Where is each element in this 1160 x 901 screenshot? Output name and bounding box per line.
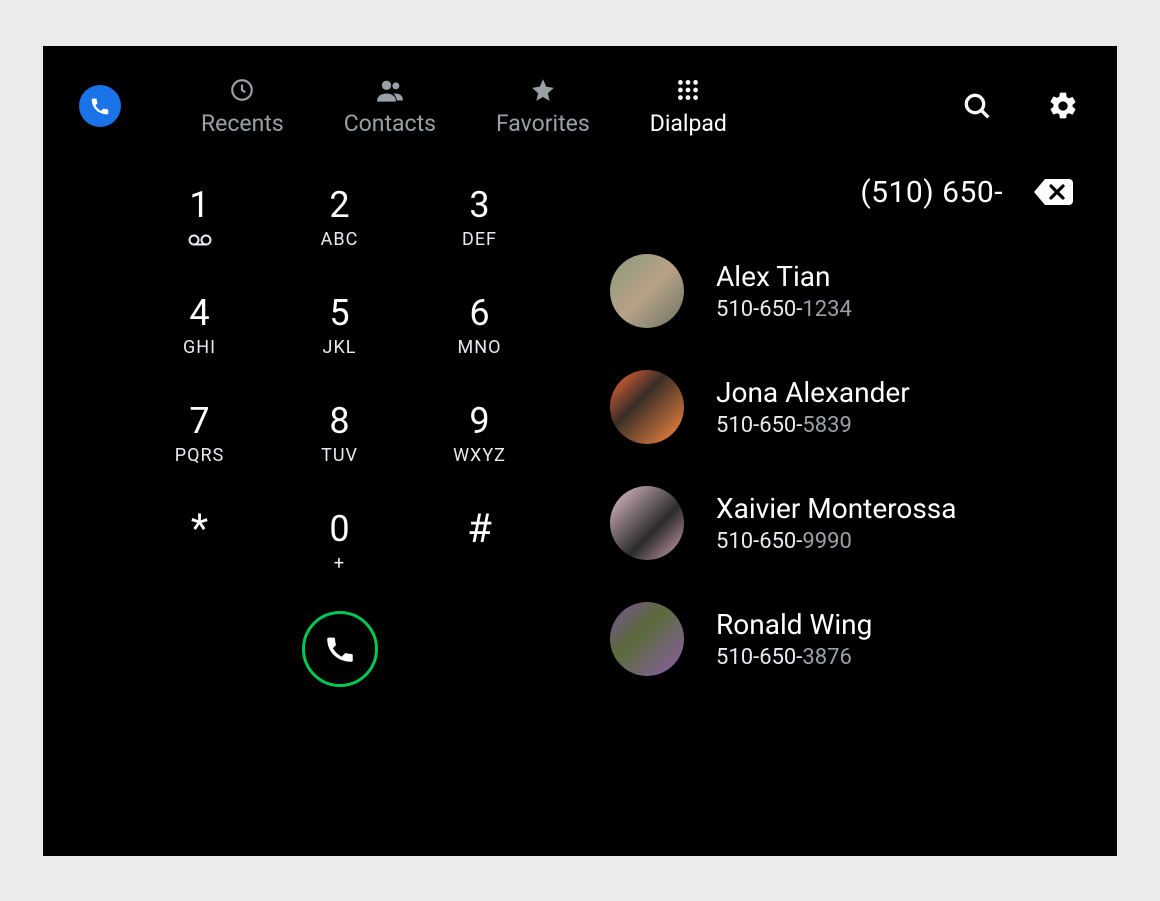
tab-label: Recents xyxy=(201,110,284,137)
contact-row[interactable]: Ronald Wing 510-650-3876 xyxy=(610,602,1073,676)
call-button[interactable] xyxy=(302,611,378,687)
tab-dialpad[interactable]: Dialpad xyxy=(650,76,727,137)
star-icon xyxy=(529,76,557,104)
dialkey-digit: 8 xyxy=(329,403,349,439)
tab-contacts[interactable]: Contacts xyxy=(344,76,436,137)
contact-name: Jona Alexander xyxy=(716,376,910,409)
backspace-button[interactable] xyxy=(1033,177,1073,207)
phone-app-window: Recents Contacts xyxy=(43,46,1117,856)
dialkey-digit: 0 xyxy=(329,511,349,547)
contact-row[interactable]: Xaivier Monterossa 510-650-9990 xyxy=(610,486,1073,560)
dialkey-digit: 2 xyxy=(329,187,349,223)
contact-row[interactable]: Jona Alexander 510-650-5839 xyxy=(610,370,1073,444)
dialkey-letters: PQRS xyxy=(175,445,225,467)
tab-label: Contacts xyxy=(344,110,436,137)
dialkey-letters: MNO xyxy=(458,337,502,359)
dialkey-letters: GHI xyxy=(183,337,216,359)
people-icon xyxy=(376,76,404,104)
tab-recents[interactable]: Recents xyxy=(201,76,284,137)
contact-name: Xaivier Monterossa xyxy=(716,492,956,525)
dialkey-5[interactable]: 5 JKL xyxy=(270,295,410,359)
dialkey-star[interactable]: * xyxy=(130,509,270,577)
contact-name: Ronald Wing xyxy=(716,608,872,641)
phone-app-icon xyxy=(79,85,121,127)
dialkey-digit: * xyxy=(191,509,208,549)
dialkey-digit: 1 xyxy=(189,187,209,223)
avatar xyxy=(610,254,684,328)
dialkey-letters: JKL xyxy=(323,337,357,359)
dialkey-1[interactable]: 1 xyxy=(130,187,270,251)
dialkey-digit: 7 xyxy=(189,403,209,439)
dialpad-grid: 1 2 ABC 3 DEF 4 GHI xyxy=(130,165,550,597)
dialkey-digit: 4 xyxy=(189,295,209,331)
search-icon xyxy=(961,90,993,122)
dialkey-pound[interactable]: # xyxy=(410,509,550,577)
dialkey-letters: ABC xyxy=(321,229,359,251)
dialkey-letters: WXYZ xyxy=(453,445,506,467)
dialkey-3[interactable]: 3 DEF xyxy=(410,187,550,251)
contact-number: 510-650-9990 xyxy=(716,529,956,554)
dialpad-panel: 1 2 ABC 3 DEF 4 GHI xyxy=(79,165,600,856)
contact-info: Jona Alexander 510-650-5839 xyxy=(716,376,910,438)
results-panel: (510) 650- Alex Tian 510-650-1234 Jona Ale… xyxy=(600,165,1081,856)
dialkey-2[interactable]: 2 ABC xyxy=(270,187,410,251)
contact-number: 510-650-5839 xyxy=(716,413,910,438)
backspace-icon xyxy=(1033,177,1073,207)
dialkey-4[interactable]: 4 GHI xyxy=(130,295,270,359)
settings-button[interactable] xyxy=(1045,88,1081,124)
dialkey-9[interactable]: 9 WXYZ xyxy=(410,403,550,467)
contact-info: Alex Tian 510-650-1234 xyxy=(716,260,852,322)
contact-number: 510-650-1234 xyxy=(716,297,852,322)
top-bar: Recents Contacts xyxy=(79,76,1081,165)
clock-icon xyxy=(228,76,256,104)
avatar xyxy=(610,370,684,444)
avatar xyxy=(610,602,684,676)
tab-favorites[interactable]: Favorites xyxy=(496,76,590,137)
dialkey-digit: 9 xyxy=(469,403,489,439)
dialkey-8[interactable]: 8 TUV xyxy=(270,403,410,467)
gear-icon xyxy=(1047,90,1079,122)
dialkey-digit: 5 xyxy=(329,295,349,331)
avatar xyxy=(610,486,684,560)
contact-info: Ronald Wing 510-650-3876 xyxy=(716,608,872,670)
dialkey-7[interactable]: 7 PQRS xyxy=(130,403,270,467)
dialed-number-row: (510) 650- xyxy=(610,165,1073,240)
contact-name: Alex Tian xyxy=(716,260,852,293)
dialkey-letters: + xyxy=(334,553,345,575)
contact-row[interactable]: Alex Tian 510-650-1234 xyxy=(610,254,1073,328)
tab-bar: Recents Contacts xyxy=(201,76,727,137)
dialkey-digit: 6 xyxy=(469,295,489,331)
contact-suggestions: Alex Tian 510-650-1234 Jona Alexander 510-6… xyxy=(610,254,1073,676)
voicemail-icon xyxy=(188,229,212,251)
dialkey-digit: # xyxy=(467,509,492,549)
dialkey-0[interactable]: 0 + xyxy=(270,511,410,575)
dialkey-letters: TUV xyxy=(321,445,358,467)
tab-label: Favorites xyxy=(496,110,590,137)
contact-number: 510-650-3876 xyxy=(716,645,872,670)
dialkey-letters: DEF xyxy=(462,229,497,251)
dialkey-6[interactable]: 6 MNO xyxy=(410,295,550,359)
tab-label: Dialpad xyxy=(650,110,727,137)
dialkey-digit: 3 xyxy=(469,187,489,223)
phone-icon xyxy=(323,632,357,666)
search-button[interactable] xyxy=(959,88,995,124)
main-content: 1 2 ABC 3 DEF 4 GHI xyxy=(79,165,1081,856)
contact-info: Xaivier Monterossa 510-650-9990 xyxy=(716,492,956,554)
dialed-number-display: (510) 650- xyxy=(860,175,1003,210)
dialpad-icon xyxy=(674,76,702,104)
